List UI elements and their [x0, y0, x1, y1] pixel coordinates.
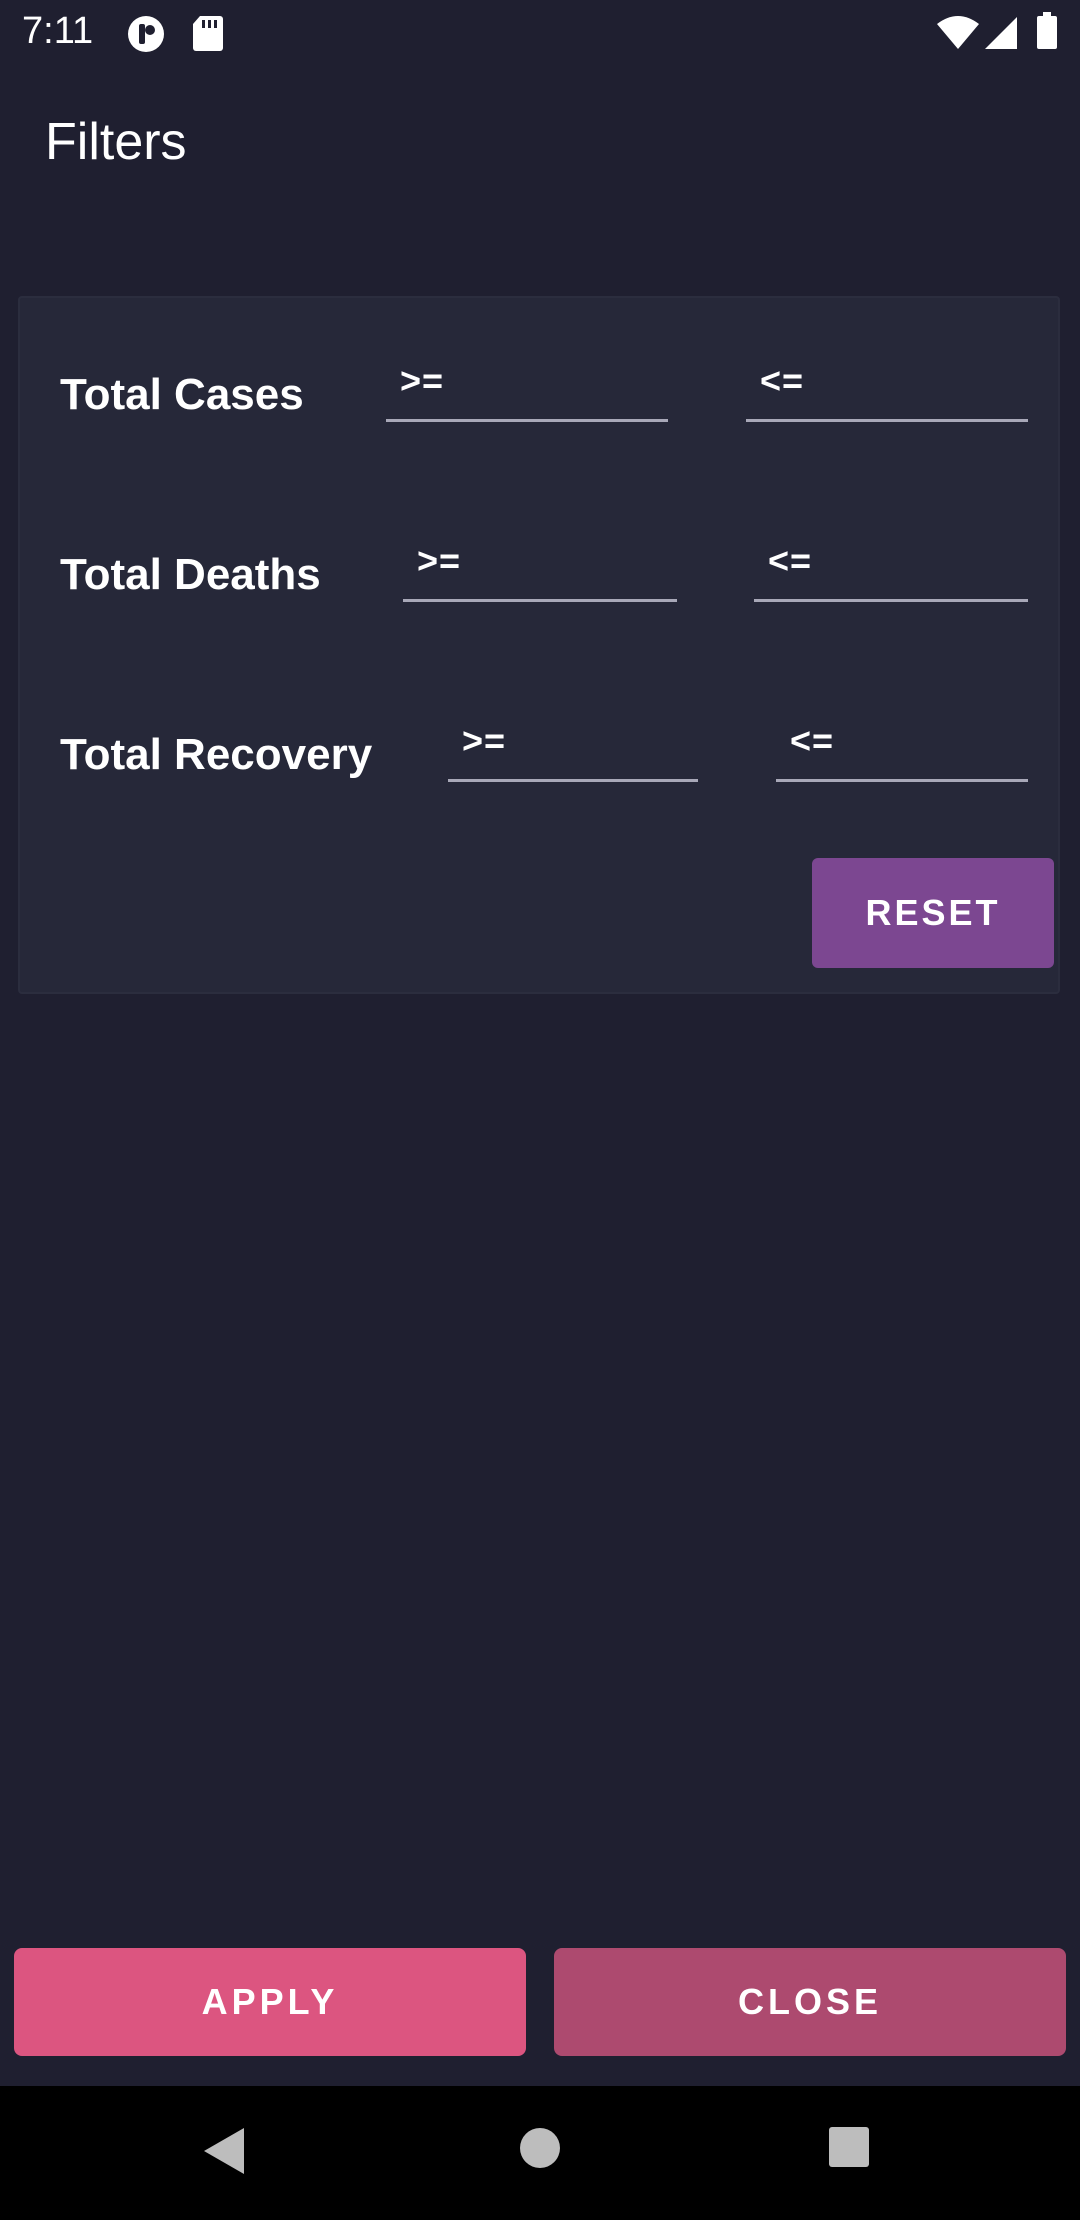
page-title: Filters: [45, 113, 187, 171]
max-placeholder: <=: [760, 360, 805, 401]
reset-button[interactable]: RESET: [812, 858, 1054, 968]
status-bar: 7:11: [0, 0, 1080, 66]
filters-screen: 7:11 Filters Total Cases >= <= Total Dea…: [0, 0, 1080, 2220]
filter-row-total-recovery: Total Recovery >= <=: [20, 720, 1058, 800]
apply-button[interactable]: APPLY: [14, 1948, 526, 2056]
filter-row-total-deaths: Total Deaths >= <=: [20, 540, 1058, 620]
filter-card: Total Cases >= <= Total Deaths >= <= Tot…: [18, 296, 1060, 994]
filter-label: Total Recovery: [60, 730, 373, 779]
filter-row-total-cases: Total Cases >= <=: [20, 360, 1058, 440]
min-placeholder: >=: [417, 540, 462, 581]
app-notification-icon: [126, 14, 166, 59]
sd-card-icon: [192, 14, 224, 57]
max-placeholder: <=: [768, 540, 813, 581]
wifi-icon: [936, 16, 980, 55]
min-placeholder: >=: [400, 360, 445, 401]
min-placeholder: >=: [462, 720, 507, 761]
recents-icon[interactable]: [828, 2126, 870, 2173]
total-deaths-min-field[interactable]: >=: [403, 540, 677, 602]
max-placeholder: <=: [790, 720, 835, 761]
battery-icon: [1036, 12, 1058, 55]
back-icon[interactable]: [202, 2126, 246, 2181]
filter-label: Total Deaths: [60, 550, 321, 599]
total-deaths-max-field[interactable]: <=: [754, 540, 1028, 602]
total-recovery-min-field[interactable]: >=: [448, 720, 698, 782]
total-cases-max-field[interactable]: <=: [746, 360, 1028, 422]
close-button[interactable]: CLOSE: [554, 1948, 1066, 2056]
signal-icon: [984, 16, 1018, 55]
navigation-bar: [0, 2086, 1080, 2220]
total-recovery-max-field[interactable]: <=: [776, 720, 1028, 782]
filter-label: Total Cases: [60, 370, 304, 419]
total-cases-min-field[interactable]: >=: [386, 360, 668, 422]
status-time: 7:11: [22, 10, 94, 52]
home-icon[interactable]: [518, 2126, 562, 2175]
